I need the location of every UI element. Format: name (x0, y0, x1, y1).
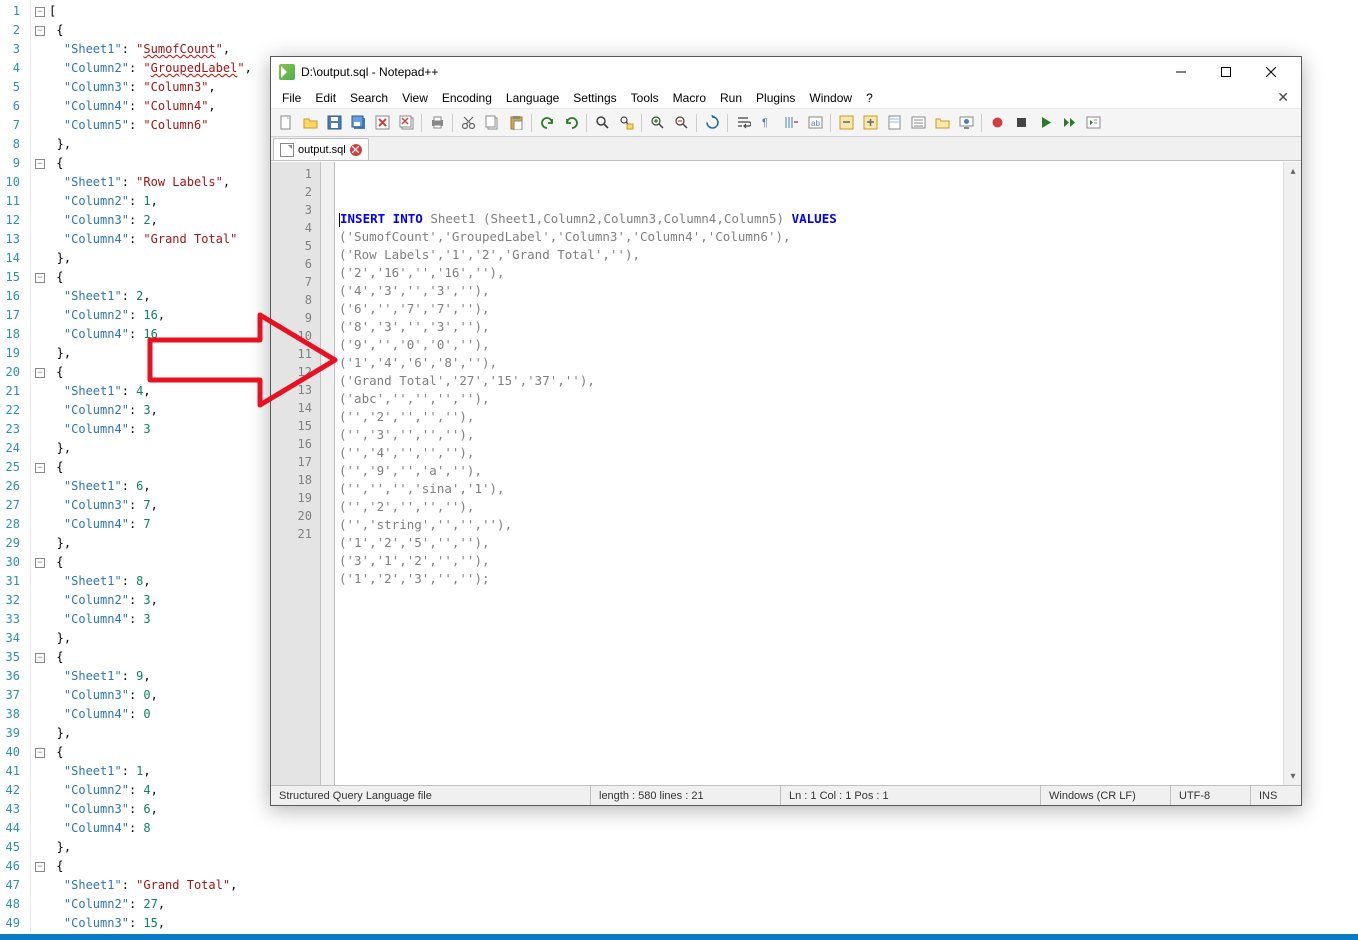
toolbar-monitor-icon[interactable] (955, 112, 977, 134)
toolbar-cut-icon[interactable] (457, 112, 479, 134)
toolbar-play-icon[interactable] (1034, 112, 1056, 134)
toolbar-stop-icon[interactable] (1010, 112, 1032, 134)
menu-[interactable]: ? (859, 87, 880, 109)
toolbar-paste-icon[interactable] (505, 112, 527, 134)
close-button[interactable] (1248, 58, 1293, 86)
status-eol: Windows (CR LF) (1041, 786, 1171, 805)
menu-edit[interactable]: Edit (308, 87, 343, 109)
menu-file[interactable]: File (275, 87, 308, 109)
fold-margin[interactable] (321, 162, 335, 785)
maximize-button[interactable] (1203, 58, 1248, 86)
toolbar-fold-icon[interactable] (835, 112, 857, 134)
toolbar-close-all-icon[interactable] (395, 112, 417, 134)
toolbar[interactable]: ¶ ab (271, 109, 1301, 137)
toolbar-doc-map-icon[interactable] (883, 112, 905, 134)
toolbar-fast-icon[interactable] (1058, 112, 1080, 134)
toolbar-zoom-out-icon[interactable] (670, 112, 692, 134)
menu-macro[interactable]: Macro (666, 87, 713, 109)
status-position: Ln : 1 Col : 1 Pos : 1 (781, 786, 1041, 805)
menu-tools[interactable]: Tools (624, 87, 666, 109)
toolbar-copy-icon[interactable] (481, 112, 503, 134)
status-encoding: UTF-8 (1171, 786, 1251, 805)
tab-file-icon (280, 143, 294, 157)
toolbar-separator (531, 114, 532, 132)
json-editor: 1234567891011121314151617181920212223242… (0, 0, 270, 940)
toolbar-zoom-in-icon[interactable] (646, 112, 668, 134)
menu-run[interactable]: Run (713, 87, 749, 109)
toolbar-separator (452, 114, 453, 132)
tab-label: output.sql (298, 144, 346, 156)
status-filetype: Structured Query Language file (271, 786, 591, 805)
toolbar-record-icon[interactable] (986, 112, 1008, 134)
toolbar-show-all-icon[interactable]: ¶ (756, 112, 778, 134)
toolbar-replace-icon[interactable] (615, 112, 637, 134)
json-code-area[interactable]: −[− { "Sheet1": "SumofCount", "Column2":… (30, 0, 270, 940)
toolbar-new-icon[interactable] (275, 112, 297, 134)
toolbar-separator (641, 114, 642, 132)
editor-area: 123456789101112131415161718192021 INSERT… (271, 162, 1301, 785)
tabbar[interactable]: output.sql (271, 137, 1301, 161)
toolbar-close-icon[interactable] (371, 112, 393, 134)
menu-language[interactable]: Language (499, 87, 566, 109)
menu-encoding[interactable]: Encoding (435, 87, 499, 109)
json-line-gutter: 1234567891011121314151617181920212223242… (0, 0, 30, 940)
scroll-up-icon[interactable]: ▴ (1284, 162, 1302, 180)
current-line-highlight (335, 165, 1283, 183)
app-icon (279, 64, 295, 80)
titlebar[interactable]: D:\output.sql - Notepad++ (271, 57, 1301, 87)
svg-text:ab: ab (811, 119, 820, 128)
toolbar-undo-icon[interactable] (536, 112, 558, 134)
toolbar-save-icon[interactable] (323, 112, 345, 134)
tab-close-icon[interactable] (350, 144, 362, 156)
toolbar-separator (696, 114, 697, 132)
toolbar-run-dialog-icon[interactable] (1082, 112, 1104, 134)
menu-view[interactable]: View (395, 87, 435, 109)
menu-search[interactable]: Search (343, 87, 395, 109)
toolbar-separator (727, 114, 728, 132)
sql-line-gutter: 123456789101112131415161718192021 (271, 162, 321, 785)
toolbar-separator (586, 114, 587, 132)
minimize-button[interactable] (1158, 58, 1203, 86)
taskbar-strip (0, 934, 1358, 940)
sql-code-area[interactable]: INSERT INTO Sheet1 (Sheet1,Column2,Colum… (335, 162, 1283, 785)
toolbar-sync-icon[interactable] (701, 112, 723, 134)
toolbar-open-icon[interactable] (299, 112, 321, 134)
toolbar-wrap-icon[interactable] (732, 112, 754, 134)
scroll-down-icon[interactable]: ▾ (1284, 767, 1302, 785)
menubar[interactable]: FileEditSearchViewEncodingLanguageSettin… (271, 87, 1301, 109)
toolbar-redo-icon[interactable] (560, 112, 582, 134)
toolbar-func-list-icon[interactable] (907, 112, 929, 134)
menu-settings[interactable]: Settings (566, 87, 623, 109)
menu-window[interactable]: Window (802, 87, 859, 109)
toolbar-save-all-icon[interactable] (347, 112, 369, 134)
toolbar-indent-guide-icon[interactable] (780, 112, 802, 134)
vertical-scrollbar[interactable]: ▴ ▾ (1283, 162, 1301, 785)
notepadpp-window: D:\output.sql - Notepad++ FileEditSearch… (270, 56, 1302, 806)
toolbar-separator (421, 114, 422, 132)
tab-output-sql[interactable]: output.sql (273, 138, 369, 160)
toolbar-unfold-icon[interactable] (859, 112, 881, 134)
statusbar: Structured Query Language file length : … (271, 785, 1301, 805)
menubar-close-icon[interactable]: ✕ (1269, 89, 1297, 106)
toolbar-separator (830, 114, 831, 132)
svg-text:¶: ¶ (762, 117, 768, 129)
toolbar-print-icon[interactable] (426, 112, 448, 134)
toolbar-find-icon[interactable] (591, 112, 613, 134)
status-length: length : 580 lines : 21 (591, 786, 781, 805)
menu-plugins[interactable]: Plugins (749, 87, 802, 109)
toolbar-lang-icon[interactable]: ab (804, 112, 826, 134)
toolbar-separator (981, 114, 982, 132)
status-insert-mode: INS (1251, 786, 1301, 805)
toolbar-folder-icon[interactable] (931, 112, 953, 134)
window-title: D:\output.sql - Notepad++ (301, 65, 1158, 79)
